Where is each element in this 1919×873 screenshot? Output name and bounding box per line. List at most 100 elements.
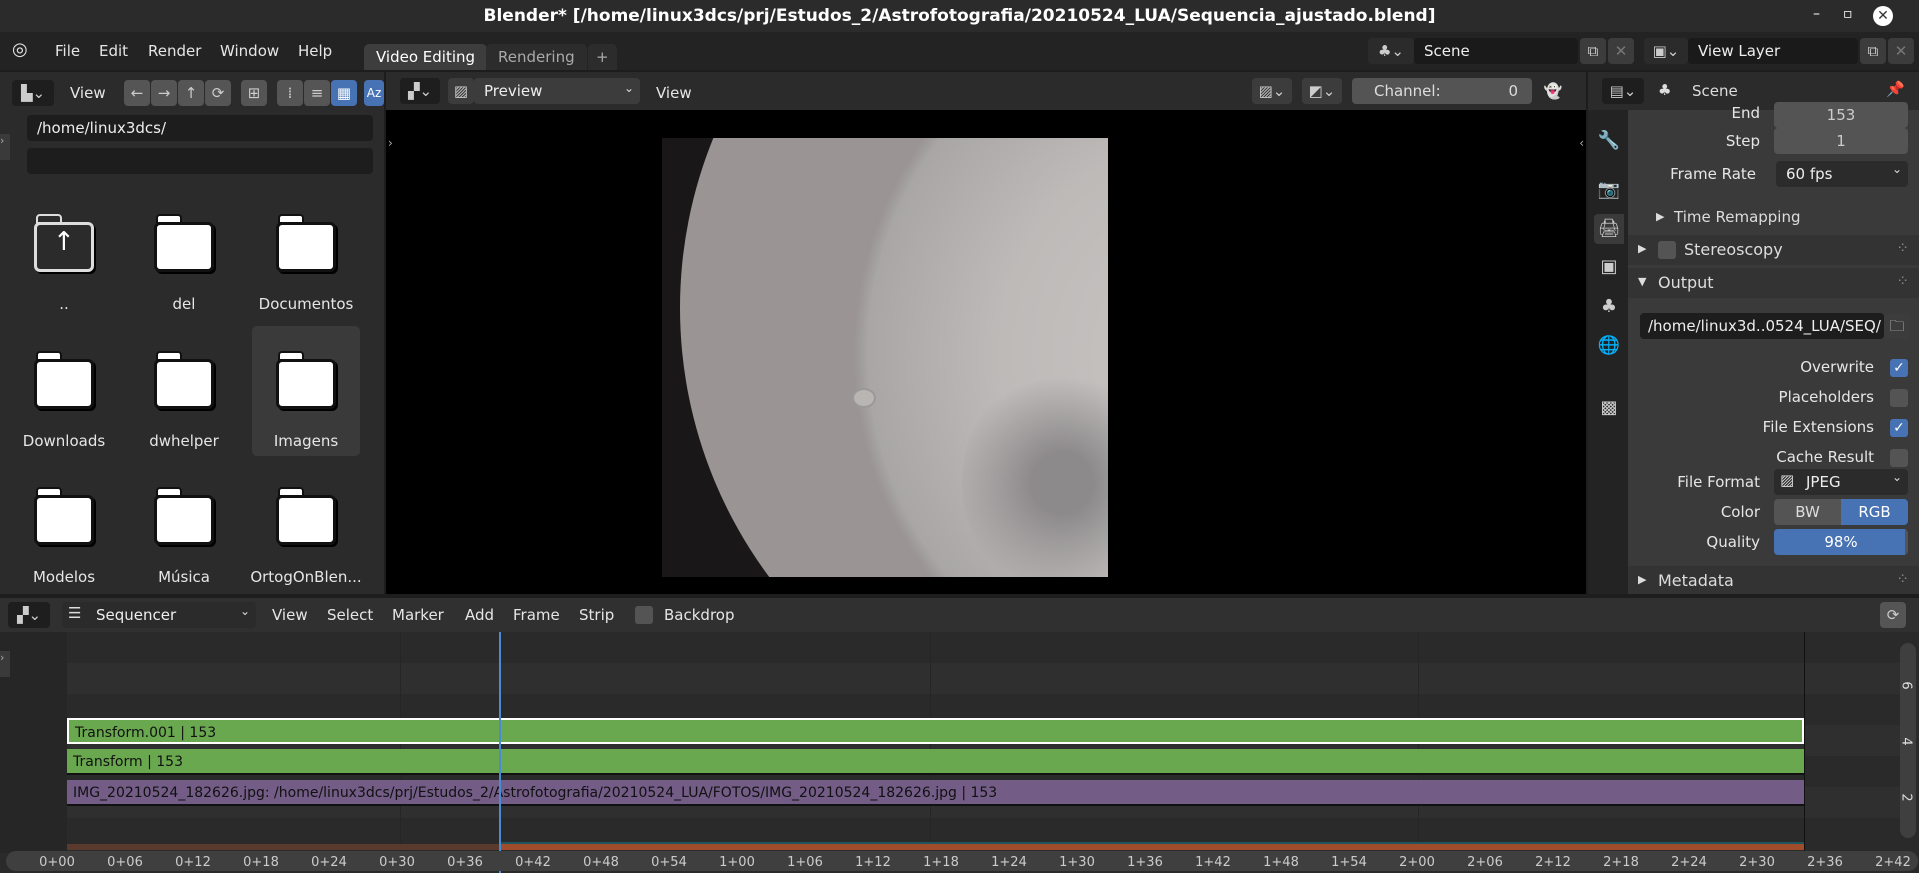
menu-view[interactable]: View xyxy=(272,606,308,624)
file-item-label[interactable]: Modelos xyxy=(4,568,124,586)
metadata-panel-header[interactable]: ▶ Metadata ⁘ xyxy=(1628,566,1919,594)
tab-video-editing[interactable]: Video Editing xyxy=(364,44,488,70)
delete-view-layer-icon[interactable]: ✕ xyxy=(1888,38,1914,64)
view-layer-field[interactable]: View Layer xyxy=(1688,38,1858,64)
menu-select[interactable]: Select xyxy=(327,606,373,624)
view-layer-tab-icon[interactable]: ▣ xyxy=(1594,252,1624,282)
file-item-label[interactable]: .. xyxy=(4,295,124,313)
sidebar-toggle-icon[interactable]: ‹ xyxy=(1579,136,1584,150)
ghost-icon[interactable]: 👻 xyxy=(1540,78,1566,104)
horizontal-list-icon[interactable]: ≡ xyxy=(304,80,330,106)
end-field[interactable]: 153 xyxy=(1774,102,1908,128)
toolbar-toggle-icon[interactable]: › xyxy=(388,136,393,150)
drag-handle-icon[interactable]: ⁘ xyxy=(1896,570,1909,588)
editor-type-icon[interactable]: ▙⌄ xyxy=(12,80,54,106)
delete-scene-icon[interactable]: ✕ xyxy=(1608,38,1634,64)
file-item-label[interactable]: OrtogOnBlen... xyxy=(246,568,366,586)
editor-type-icon[interactable]: ▞⌄ xyxy=(400,78,440,104)
folder-icon[interactable] xyxy=(152,214,216,274)
vertical-list-icon[interactable]: ⁞ xyxy=(277,80,303,106)
scene-field[interactable]: Scene xyxy=(1414,38,1578,64)
menu-strip[interactable]: Strip xyxy=(579,606,614,624)
menu-add[interactable]: Add xyxy=(465,606,494,624)
menu-window[interactable]: Window xyxy=(220,42,279,60)
menu-view[interactable]: View xyxy=(70,84,106,102)
menu-render[interactable]: Render xyxy=(148,42,201,60)
cache-result-checkbox[interactable] xyxy=(1890,449,1908,467)
folder-icon[interactable] xyxy=(274,351,338,411)
menu-frame[interactable]: Frame xyxy=(513,606,560,624)
refresh-icon[interactable]: ⟳ xyxy=(205,80,231,106)
folder-icon[interactable] xyxy=(152,487,216,547)
tool-tab-icon[interactable]: 🔧 xyxy=(1594,126,1624,156)
stereoscopy-checkbox[interactable] xyxy=(1658,241,1676,259)
display-channels-icon[interactable]: ▨⌄ xyxy=(1252,78,1292,104)
sidebar-toggle-icon[interactable]: › xyxy=(0,134,10,160)
view-type-dropdown[interactable]: Sequencer xyxy=(62,602,256,628)
parent-folder-icon[interactable]: ↑ xyxy=(32,214,96,274)
maximize-button[interactable]: ▫ xyxy=(1843,6,1853,22)
filename-input[interactable] xyxy=(27,148,373,174)
refresh-icon[interactable]: ⟳ xyxy=(1880,602,1906,628)
color-rgb-button[interactable]: RGB xyxy=(1841,499,1908,525)
back-icon[interactable]: ← xyxy=(124,80,150,106)
step-field[interactable]: 1 xyxy=(1774,128,1908,154)
sort-alpha-icon[interactable]: Az xyxy=(364,80,384,106)
add-workspace-button[interactable]: + xyxy=(588,44,617,70)
file-item-label[interactable]: Documentos xyxy=(246,295,366,313)
view-type-dropdown[interactable]: Preview xyxy=(474,78,640,104)
file-item-label[interactable]: Música xyxy=(124,568,244,586)
file-item-label[interactable]: Downloads xyxy=(4,432,124,450)
world-tab-icon[interactable]: 🌐 xyxy=(1594,331,1624,361)
tab-rendering[interactable]: Rendering xyxy=(486,44,587,70)
folder-icon[interactable] xyxy=(274,214,338,274)
view-layer-selector-icon[interactable]: ▣⌄ xyxy=(1644,38,1688,64)
overwrite-checkbox[interactable]: ✓ xyxy=(1890,359,1908,377)
close-button[interactable]: ✕ xyxy=(1873,6,1893,26)
placeholders-checkbox[interactable] xyxy=(1890,389,1908,407)
file-item-label[interactable]: del xyxy=(124,295,244,313)
stereoscopy-panel-header[interactable]: ▶ Stereoscopy ⁘ xyxy=(1628,235,1919,265)
menu-edit[interactable]: Edit xyxy=(99,42,128,60)
scene-selector-icon[interactable]: ♣⌄ xyxy=(1368,38,1414,64)
time-remapping-panel[interactable]: Time Remapping xyxy=(1674,208,1801,226)
overlay-icon[interactable]: ◩⌄ xyxy=(1302,78,1342,104)
playhead[interactable] xyxy=(499,632,501,873)
drag-handle-icon[interactable]: ⁘ xyxy=(1896,272,1909,290)
output-path-input[interactable]: /home/linux3d..0524_LUA/SEQ/ xyxy=(1640,313,1884,339)
strip[interactable]: Transform | 153 xyxy=(67,749,1804,775)
quality-slider[interactable]: 98% xyxy=(1774,529,1908,555)
frame-rate-dropdown[interactable]: 60 fps xyxy=(1776,161,1908,187)
minimize-button[interactable]: – xyxy=(1813,6,1820,22)
menu-marker[interactable]: Marker xyxy=(392,606,444,624)
folder-browse-icon[interactable]: 🗀 xyxy=(1884,313,1910,339)
scene-tab-icon[interactable]: ♣ xyxy=(1594,292,1624,322)
blender-logo-icon[interactable]: ◎ xyxy=(12,39,28,60)
menu-view[interactable]: View xyxy=(656,84,692,102)
strip[interactable]: IMG_20210524_182626.jpg: /home/linux3dcs… xyxy=(67,780,1804,806)
directory-path-input[interactable]: /home/linux3dcs/ xyxy=(27,115,373,141)
channel-field[interactable]: Channel: 0 xyxy=(1352,78,1532,104)
folder-icon[interactable] xyxy=(274,487,338,547)
output-panel-header[interactable]: ▼ Output ⁘ xyxy=(1628,268,1919,298)
file-item-label[interactable]: Imagens xyxy=(246,432,366,450)
color-bw-button[interactable]: BW xyxy=(1774,499,1841,525)
parent-dir-icon[interactable]: ↑ xyxy=(178,80,204,106)
pin-icon[interactable]: 📌 xyxy=(1886,80,1905,98)
new-scene-icon[interactable]: ⧉ xyxy=(1580,38,1606,64)
drag-handle-icon[interactable]: ⁘ xyxy=(1896,239,1909,257)
folder-icon[interactable] xyxy=(32,487,96,547)
thumbnails-icon[interactable]: ▦ xyxy=(331,80,357,106)
folder-icon[interactable] xyxy=(32,351,96,411)
file-extensions-checkbox[interactable]: ✓ xyxy=(1890,419,1908,437)
toolbar-toggle-icon[interactable]: › xyxy=(0,651,10,677)
expand-arrow-icon[interactable]: ▶ xyxy=(1656,210,1664,223)
backdrop-checkbox[interactable] xyxy=(635,606,653,624)
strip[interactable]: Transform.001 | 153 xyxy=(67,718,1804,744)
output-tab-icon[interactable]: 🖨 xyxy=(1594,214,1624,244)
forward-icon[interactable]: → xyxy=(151,80,177,106)
editor-type-icon[interactable]: ▞⌄ xyxy=(8,602,50,628)
file-item-label[interactable]: dwhelper xyxy=(124,432,244,450)
folder-icon[interactable] xyxy=(152,351,216,411)
texture-tab-icon[interactable]: ▩ xyxy=(1594,393,1624,423)
